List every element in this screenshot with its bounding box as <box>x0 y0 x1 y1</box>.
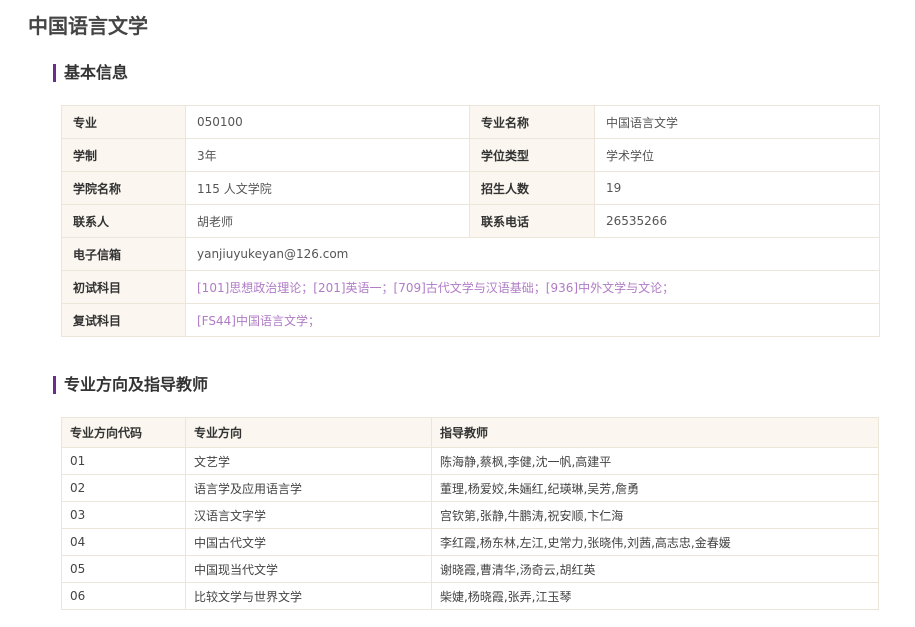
table-row: 05 中国现当代文学 谢晓霞,曹清华,汤奇云,胡红英 <box>61 555 879 583</box>
basic-info-table: 专业 050100 专业名称 中国语言文学 学制 3年 学位类型 学术学位 学院… <box>61 105 880 337</box>
direction-name: 汉语言文字学 <box>185 501 432 529</box>
phone-value: 26535266 <box>594 204 880 238</box>
table-row: 复试科目 [FS44]中国语言文学； <box>61 303 880 337</box>
table-row: 学制 3年 学位类型 学术学位 <box>61 138 880 172</box>
direction-advisors: 柴婕,杨晓霞,张弄,江玉琴 <box>431 582 879 610</box>
table-row: 04 中国古代文学 李红霞,杨东林,左江,史常力,张晓伟,刘茜,高志忠,金春媛 <box>61 528 879 556</box>
direction-code: 03 <box>61 501 186 529</box>
duration-value: 3年 <box>185 138 470 172</box>
direction-name: 语言学及应用语言学 <box>185 474 432 502</box>
table-row: 专业 050100 专业名称 中国语言文学 <box>61 105 880 139</box>
phone-label: 联系电话 <box>469 204 595 238</box>
table-row: 初试科目 [101]思想政治理论；[201]英语一；[709]古代文学与汉语基础… <box>61 270 880 304</box>
retest-label: 复试科目 <box>61 303 186 337</box>
table-row: 电子信箱 yanjiuyukeyan@126.com <box>61 237 880 271</box>
page: 中国语言文学 基本信息 专业 050100 专业名称 中国语言文学 学制 3年 … <box>0 0 915 627</box>
direction-code: 06 <box>61 582 186 610</box>
direction-code: 04 <box>61 528 186 556</box>
table-row: 01 文艺学 陈海静,蔡枫,李健,沈一帆,高建平 <box>61 447 879 475</box>
direction-advisors: 董理,杨爱姣,朱婳红,纪瑛琳,吴芳,詹勇 <box>431 474 879 502</box>
direction-advisors: 谢晓霞,曹清华,汤奇云,胡红英 <box>431 555 879 583</box>
direction-code: 02 <box>61 474 186 502</box>
major-name-label: 专业名称 <box>469 105 595 139</box>
direction-advisors: 李红霞,杨东林,左江,史常力,张晓伟,刘茜,高志忠,金春媛 <box>431 528 879 556</box>
table-row: 02 语言学及应用语言学 董理,杨爱姣,朱婳红,纪瑛琳,吴芳,詹勇 <box>61 474 879 502</box>
prelim-label: 初试科目 <box>61 270 186 304</box>
section-title-directions: 专业方向及指导教师 <box>53 376 208 394</box>
header-advisors: 指导教师 <box>431 417 879 448</box>
college-label: 学院名称 <box>61 171 186 205</box>
major-label: 专业 <box>61 105 186 139</box>
direction-code: 01 <box>61 447 186 475</box>
email-value: yanjiuyukeyan@126.com <box>185 237 880 271</box>
table-row: 学院名称 115 人文学院 招生人数 19 <box>61 171 880 205</box>
direction-name: 中国现当代文学 <box>185 555 432 583</box>
table-row: 联系人 胡老师 联系电话 26535266 <box>61 204 880 238</box>
retest-subjects-link[interactable]: [FS44]中国语言文学； <box>185 303 880 337</box>
contact-value: 胡老师 <box>185 204 470 238</box>
enrollment-value: 19 <box>594 171 880 205</box>
section-title-basic-info: 基本信息 <box>53 64 128 82</box>
direction-code: 05 <box>61 555 186 583</box>
direction-name: 文艺学 <box>185 447 432 475</box>
prelim-subjects-link[interactable]: [101]思想政治理论；[201]英语一；[709]古代文学与汉语基础；[936… <box>185 270 880 304</box>
direction-name: 中国古代文学 <box>185 528 432 556</box>
contact-label: 联系人 <box>61 204 186 238</box>
degree-type-value: 学术学位 <box>594 138 880 172</box>
major-value: 050100 <box>185 105 470 139</box>
email-label: 电子信箱 <box>61 237 186 271</box>
direction-name: 比较文学与世界文学 <box>185 582 432 610</box>
duration-label: 学制 <box>61 138 186 172</box>
page-title: 中国语言文学 <box>28 14 148 38</box>
major-name-value: 中国语言文学 <box>594 105 880 139</box>
table-row: 06 比较文学与世界文学 柴婕,杨晓霞,张弄,江玉琴 <box>61 582 879 610</box>
enrollment-label: 招生人数 <box>469 171 595 205</box>
degree-type-label: 学位类型 <box>469 138 595 172</box>
header-direction: 专业方向 <box>185 417 432 448</box>
direction-advisors: 陈海静,蔡枫,李健,沈一帆,高建平 <box>431 447 879 475</box>
direction-advisors: 宫钦第,张静,牛鹏涛,祝安顺,卞仁海 <box>431 501 879 529</box>
table-row: 03 汉语言文字学 宫钦第,张静,牛鹏涛,祝安顺,卞仁海 <box>61 501 879 529</box>
table-header-row: 专业方向代码 专业方向 指导教师 <box>61 417 879 448</box>
directions-table: 专业方向代码 专业方向 指导教师 01 文艺学 陈海静,蔡枫,李健,沈一帆,高建… <box>61 417 879 610</box>
college-value: 115 人文学院 <box>185 171 470 205</box>
header-code: 专业方向代码 <box>61 417 186 448</box>
